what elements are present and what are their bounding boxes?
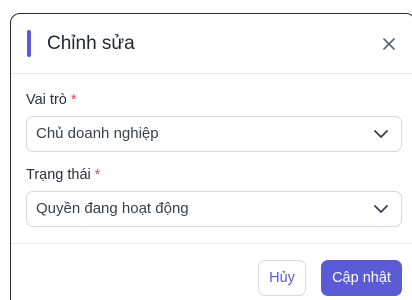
role-select[interactable]: Chủ doanh nghiệp xyxy=(26,116,402,152)
role-required-mark: * xyxy=(70,92,77,108)
chevron-down-icon xyxy=(374,205,388,213)
status-select-value: Quyền đang hoạt động xyxy=(36,200,189,217)
dialog-header: Chỉnh sửa xyxy=(11,14,412,74)
status-label-text: Trạng thái xyxy=(26,167,91,183)
status-select[interactable]: Quyền đang hoạt động xyxy=(26,191,402,227)
status-label: Trạng thái * xyxy=(26,167,100,183)
cancel-button[interactable]: Hủy xyxy=(258,260,306,296)
status-required-mark: * xyxy=(94,167,101,183)
role-label: Vai trò * xyxy=(26,92,77,108)
edit-dialog: Chỉnh sửa Vai trò * Chủ doanh nghiệp Trạ… xyxy=(10,13,412,300)
close-icon xyxy=(383,38,395,50)
role-label-text: Vai trò xyxy=(26,92,67,108)
dialog-title: Chỉnh sửa xyxy=(47,33,135,54)
update-button[interactable]: Cập nhật xyxy=(321,260,402,296)
footer-divider xyxy=(11,243,412,244)
close-button[interactable] xyxy=(381,36,397,52)
role-select-value: Chủ doanh nghiệp xyxy=(36,125,159,142)
chevron-down-icon xyxy=(374,130,388,138)
page-canvas: Chỉnh sửa Vai trò * Chủ doanh nghiệp Trạ… xyxy=(0,0,412,300)
title-accent-bar xyxy=(27,30,31,57)
